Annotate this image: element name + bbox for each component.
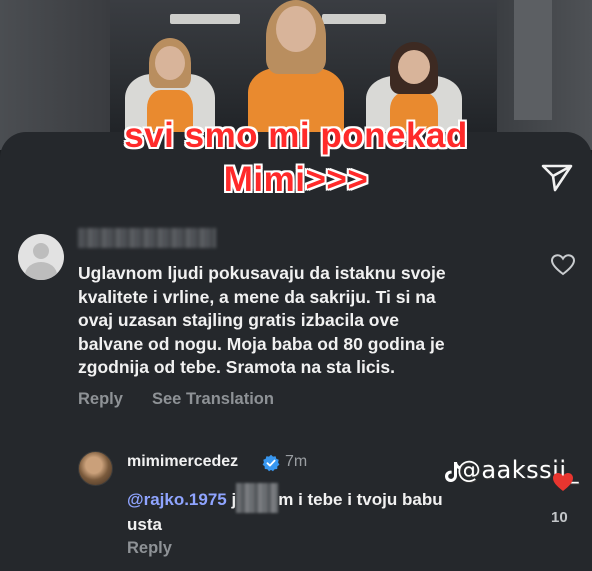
verified-badge-icon	[262, 454, 280, 472]
see-translation-button[interactable]: See Translation	[152, 390, 274, 409]
comment-line: zgodnija od tebe. Sramota na sta licis.	[78, 357, 396, 377]
heart-filled-icon[interactable]	[552, 472, 574, 492]
hallway-door	[514, 0, 552, 120]
reply-text-fragment: m i tebe i tvoju babu	[278, 490, 443, 509]
blurred-username	[78, 228, 216, 248]
avatar[interactable]	[78, 451, 113, 486]
reply-timestamp: 7m	[285, 453, 308, 470]
mention-link[interactable]: @rajko.1975	[127, 490, 227, 509]
heart-outline-icon[interactable]	[551, 254, 575, 276]
comment-body: Uglavnom ljudi pokusavaju da istaknu svo…	[78, 262, 538, 380]
overlay-caption-line1: svi smo mi ponekad	[124, 116, 468, 155]
ceiling-light	[170, 14, 240, 24]
avatar[interactable]	[18, 234, 64, 280]
comment-line: kvalitete i vrline, a mene da sakriju. T…	[78, 286, 436, 307]
comment-line: balvane od nogu. Moja baba od 80 godina …	[78, 333, 445, 354]
reply-body: @rajko.1975 jm i tebe i tvoju babu usta	[127, 483, 527, 536]
overlay-caption-line2: Mimi>>>	[223, 160, 369, 199]
send-icon[interactable]	[540, 163, 574, 193]
censor-blur	[236, 483, 279, 513]
comment-line: Uglavnom ljudi pokusavaju da istaknu svo…	[78, 263, 446, 283]
reply-button[interactable]: Reply	[127, 539, 172, 558]
reply-text-line2: usta	[127, 515, 162, 534]
like-count: 10	[551, 509, 568, 526]
reply-username[interactable]: mimimercedez	[127, 453, 238, 471]
comment-line: ovaj uzasan stajling gratis izbacila ove	[78, 310, 399, 330]
reply-button[interactable]: Reply	[78, 390, 123, 409]
